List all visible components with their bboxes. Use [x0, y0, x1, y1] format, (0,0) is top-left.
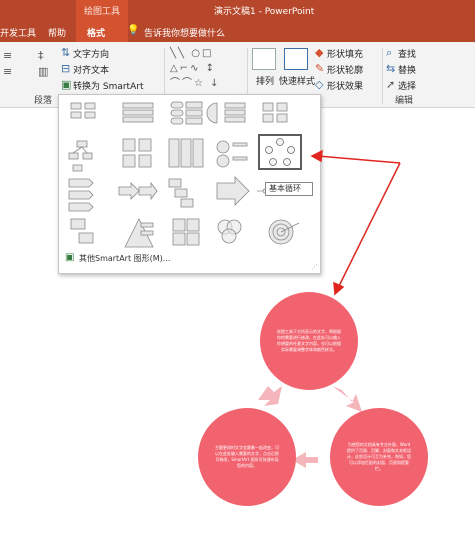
tab-developer[interactable]: 开发工具: [0, 26, 36, 39]
list-icon[interactable]: ≡: [3, 50, 12, 61]
cursor-icon: ➚: [386, 78, 396, 91]
tab-help[interactable]: 帮助: [48, 26, 66, 39]
thumb-stepped-process[interactable]: [168, 178, 194, 208]
thumb-picture-accent[interactable]: [70, 218, 94, 244]
thumb-matrix[interactable]: [172, 218, 200, 246]
lightbulb-icon: 💡: [127, 25, 140, 36]
smartart-gallery: 基本循环 ▣ 其他SmartArt 图形(M)... ⋰: [58, 94, 321, 274]
quick-styles-button[interactable]: 快速样式: [279, 74, 315, 87]
powerpoint-window: 绘图工具 演示文稿1 - PowerPoint 开发工具 帮助 格式 💡 告诉我…: [0, 0, 475, 547]
thumb-stacked-list[interactable]: [170, 101, 203, 125]
replace-button[interactable]: 替换: [398, 63, 416, 76]
tooltip-basic-cycle: 基本循环: [265, 182, 313, 196]
paragraph-group-label: 段落: [34, 96, 53, 106]
smartart-icon: ▣: [61, 78, 72, 91]
columns-icon[interactable]: ▥: [38, 66, 48, 77]
thumb-basic-block-list[interactable]: [70, 102, 96, 119]
resize-grip-icon[interactable]: ⋰: [311, 263, 318, 271]
smartart-more-icon: ▣: [65, 252, 75, 263]
quick-styles-icon: [284, 48, 308, 70]
shape-outline-icon: ✎: [315, 62, 325, 75]
find-button[interactable]: 查找: [398, 47, 416, 60]
annotation-arrows: [310, 149, 401, 296]
thumb-picture-grid[interactable]: [262, 102, 288, 123]
cycle-arrow-right: [332, 386, 362, 412]
align-text-button[interactable]: 对齐文本: [73, 63, 109, 76]
shape-effects-icon: ◇: [315, 78, 324, 91]
shapes-gallery[interactable]: ╲╲ ○□ △⌐∿ ↕ ⌒⌒☆ ↓: [170, 46, 244, 92]
tab-format[interactable]: 格式: [87, 26, 105, 39]
search-icon: ⌕: [386, 46, 393, 59]
thumb-big-arrow[interactable]: [216, 176, 250, 206]
thumb-hierarchy[interactable]: [68, 140, 93, 172]
cycle-arrow-left: [258, 386, 282, 406]
thumb-pyramid[interactable]: [124, 218, 154, 248]
cycle-node-left[interactable]: 主题更改时文字会跟着一起改变，可以在此处输入需要的文字，点击后即可修改，Smar…: [198, 408, 296, 506]
cycle-node-right[interactable]: 为使您的文档具有专业外观，Word 提供了页眉、页脚、封面和文本框设计，这些设计…: [330, 408, 428, 506]
thumb-grouped-list[interactable]: [122, 138, 152, 168]
thumb-column-list[interactable]: [168, 138, 204, 168]
thumb-process-arrows[interactable]: [118, 181, 158, 201]
line-spacing-icon[interactable]: ‡: [38, 50, 44, 61]
convert-to-smartart-button[interactable]: 转换为 SmartArt: [73, 79, 143, 92]
ribbon-separator: [382, 48, 383, 104]
cycle-node-top-text: 绘图工具下方所显示的文字，将根据你的需要进行修改，在此处可以输入你想要的任意文字…: [277, 329, 341, 352]
shape-effects-button[interactable]: 形状效果: [327, 79, 363, 92]
thumb-vertical-bullet-list[interactable]: [122, 102, 154, 123]
thumb-chevron-list[interactable]: [68, 178, 94, 212]
arrange-icon: [252, 48, 276, 70]
tell-me-search[interactable]: 告诉我你想要做什么: [144, 26, 225, 39]
ribbon-tabs: [0, 20, 475, 42]
text-direction-button[interactable]: 文字方向: [73, 47, 109, 60]
editing-group-label: 编辑: [395, 96, 414, 106]
align-text-icon: ⊟: [61, 62, 71, 75]
text-direction-icon: ⇅: [61, 46, 71, 59]
thumb-venn[interactable]: [217, 219, 242, 244]
shape-outline-button[interactable]: 形状轮廓: [327, 63, 363, 76]
cycle-node-right-text: 为使您的文档具有专业外观，Word 提供了页眉、页脚、封面和文本框设计，这些设计…: [347, 442, 411, 471]
cycle-node-top[interactable]: 绘图工具下方所显示的文字，将根据你的需要进行修改，在此处可以输入你想要的任意文字…: [260, 292, 358, 390]
thumb-target[interactable]: [268, 219, 300, 245]
context-tab-group-label: 绘图工具: [84, 7, 121, 17]
arrange-button[interactable]: 排列: [256, 74, 274, 87]
align-icon[interactable]: ≡: [3, 66, 12, 77]
select-button[interactable]: 选择: [398, 79, 416, 92]
shape-fill-button[interactable]: 形状填充: [327, 47, 363, 60]
thumb-basic-cycle-selected[interactable]: [258, 134, 302, 170]
more-smartart-link[interactable]: ▣ 其他SmartArt 图形(M)...: [65, 252, 171, 264]
document-title: 演示文稿1 - PowerPoint: [214, 7, 315, 17]
replace-icon: ⇆: [386, 62, 396, 75]
shape-fill-icon: ◆: [315, 46, 324, 59]
more-smartart-label: 其他SmartArt 图形(M)...: [79, 254, 171, 263]
thumb-circle-list[interactable]: [216, 140, 248, 168]
cycle-node-left-text: 主题更改时文字会跟着一起改变，可以在此处输入需要的文字，点击后即可修改，Smar…: [215, 445, 279, 468]
thumb-arc-list[interactable]: [206, 102, 246, 124]
